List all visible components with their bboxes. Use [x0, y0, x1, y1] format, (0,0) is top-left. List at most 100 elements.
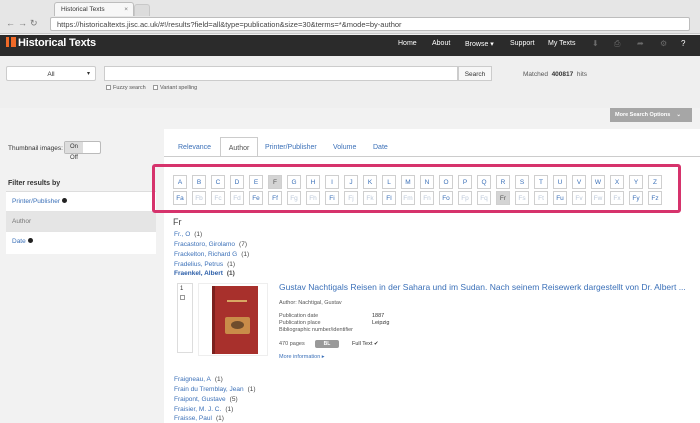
author-link[interactable]: Fraisier, M. J. C. (1) [174, 406, 233, 413]
result-title-link[interactable]: Gustav Nachtigals Reisen in der Sahara u… [279, 282, 686, 292]
subletter-fa[interactable]: Fa [173, 191, 187, 205]
filter-printer-publisher[interactable]: Printer/Publisher [6, 192, 156, 212]
letter-r[interactable]: R [496, 175, 510, 189]
letter-i[interactable]: I [325, 175, 339, 189]
subletter-fk[interactable]: Fk [363, 191, 377, 205]
print-icon[interactable]: ⎙ [614, 39, 620, 49]
subletter-ft[interactable]: Ft [534, 191, 548, 205]
subletter-fe[interactable]: Fe [249, 191, 263, 205]
tab-author[interactable]: Author [220, 137, 258, 157]
nav-home[interactable]: Home [398, 40, 417, 47]
share-icon[interactable]: ➦ [637, 39, 644, 48]
more-information-link[interactable]: More information ▸ [279, 354, 325, 360]
search-input[interactable] [104, 66, 458, 81]
author-link[interactable]: Fracastoro, Girolamo (7) [174, 241, 247, 248]
author-link[interactable]: Fraisse, Paul (1) [174, 415, 224, 422]
subletter-fo[interactable]: Fo [439, 191, 453, 205]
checkbox-icon[interactable] [106, 85, 111, 90]
letter-f[interactable]: F [268, 175, 282, 189]
letter-g[interactable]: G [287, 175, 301, 189]
letter-j[interactable]: J [344, 175, 358, 189]
toggle-off[interactable]: Off [65, 153, 83, 164]
subletter-fr[interactable]: Fr [496, 191, 510, 205]
letter-b[interactable]: B [192, 175, 206, 189]
variant-spelling-checkbox[interactable]: Variant spelling [153, 85, 197, 91]
author-link-selected[interactable]: Fraenkel, Albert (1) [174, 270, 235, 277]
more-search-options-button[interactable]: More Search Options ⌄ [610, 108, 692, 122]
letter-e[interactable]: E [249, 175, 263, 189]
subletter-fz[interactable]: Fz [648, 191, 662, 205]
field-select[interactable]: All ▾ [6, 66, 96, 81]
subletter-fb[interactable]: Fb [192, 191, 206, 205]
author-link[interactable]: Frain du Tremblay, Jean (1) [174, 386, 256, 393]
subletter-fq[interactable]: Fq [477, 191, 491, 205]
subletter-fn[interactable]: Fn [420, 191, 434, 205]
nav-about[interactable]: About [432, 40, 450, 47]
gear-icon[interactable]: ⚙ [660, 39, 667, 48]
address-bar[interactable]: https://historicaltexts.jisc.ac.uk/#!/re… [50, 17, 690, 31]
subletter-fm[interactable]: Fm [401, 191, 415, 205]
subletter-fx[interactable]: Fx [610, 191, 624, 205]
subletter-fg[interactable]: Fg [287, 191, 301, 205]
subletter-fu[interactable]: Fu [553, 191, 567, 205]
letter-y[interactable]: Y [629, 175, 643, 189]
letter-n[interactable]: N [420, 175, 434, 189]
letter-x[interactable]: X [610, 175, 624, 189]
nav-browse[interactable]: Browse ▾ [465, 40, 494, 48]
subletter-fh[interactable]: Fh [306, 191, 320, 205]
close-icon[interactable]: × [124, 6, 128, 13]
new-tab-button[interactable] [134, 4, 150, 16]
letter-l[interactable]: L [382, 175, 396, 189]
nav-my-texts[interactable]: My Texts [548, 40, 576, 47]
letter-c[interactable]: C [211, 175, 225, 189]
subletter-fl[interactable]: Fl [382, 191, 396, 205]
subletter-fd[interactable]: Fd [230, 191, 244, 205]
browser-tab[interactable]: Historical Texts × [54, 2, 134, 16]
subletter-fv[interactable]: Fv [572, 191, 586, 205]
nav-support[interactable]: Support [510, 40, 535, 47]
letter-o[interactable]: O [439, 175, 453, 189]
letter-z[interactable]: Z [648, 175, 662, 189]
filter-date[interactable]: Date [6, 232, 156, 252]
letter-t[interactable]: T [534, 175, 548, 189]
tab-printer-publisher[interactable]: Printer/Publisher [265, 144, 317, 151]
subletter-fc[interactable]: Fc [211, 191, 225, 205]
letter-p[interactable]: P [458, 175, 472, 189]
author-link[interactable]: Fr., O (1) [174, 231, 202, 238]
toggle-on[interactable]: On [65, 142, 83, 153]
select-checkbox[interactable] [180, 295, 185, 300]
help-icon[interactable]: ? [681, 39, 685, 48]
letter-u[interactable]: U [553, 175, 567, 189]
subletter-fs[interactable]: Fs [515, 191, 529, 205]
reload-icon[interactable]: ↻ [30, 18, 41, 28]
letter-m[interactable]: M [401, 175, 415, 189]
download-icon[interactable]: ⬇ [592, 39, 599, 48]
site-logo[interactable]: Historical Texts [6, 37, 96, 53]
letter-a[interactable]: A [173, 175, 187, 189]
subletter-ff[interactable]: Ff [268, 191, 282, 205]
letter-d[interactable]: D [230, 175, 244, 189]
letter-q[interactable]: Q [477, 175, 491, 189]
letter-w[interactable]: W [591, 175, 605, 189]
letter-k[interactable]: K [363, 175, 377, 189]
author-link[interactable]: Frackelton, Richard G (1) [174, 251, 249, 258]
letter-s[interactable]: S [515, 175, 529, 189]
letter-h[interactable]: H [306, 175, 320, 189]
forward-icon[interactable]: → [18, 18, 30, 28]
tab-date[interactable]: Date [373, 144, 388, 151]
subletter-fi[interactable]: Fi [325, 191, 339, 205]
browser-nav-buttons[interactable]: ←→↻ [6, 18, 56, 30]
subletter-fy[interactable]: Fy [629, 191, 643, 205]
thumbnail-toggle[interactable]: OnOff [64, 141, 101, 161]
letter-v[interactable]: V [572, 175, 586, 189]
tab-volume[interactable]: Volume [333, 144, 356, 151]
author-link[interactable]: Fraipont, Gustave (5) [174, 396, 238, 403]
book-cover-image[interactable] [212, 286, 258, 354]
tab-relevance[interactable]: Relevance [178, 144, 211, 151]
back-icon[interactable]: ← [6, 18, 18, 28]
search-button[interactable]: Search [458, 66, 492, 81]
author-link[interactable]: Fradelius, Petrus (1) [174, 261, 235, 268]
filter-author[interactable]: Author [6, 212, 156, 232]
fuzzy-search-checkbox[interactable]: Fuzzy search [106, 85, 146, 91]
subletter-fj[interactable]: Fj [344, 191, 358, 205]
